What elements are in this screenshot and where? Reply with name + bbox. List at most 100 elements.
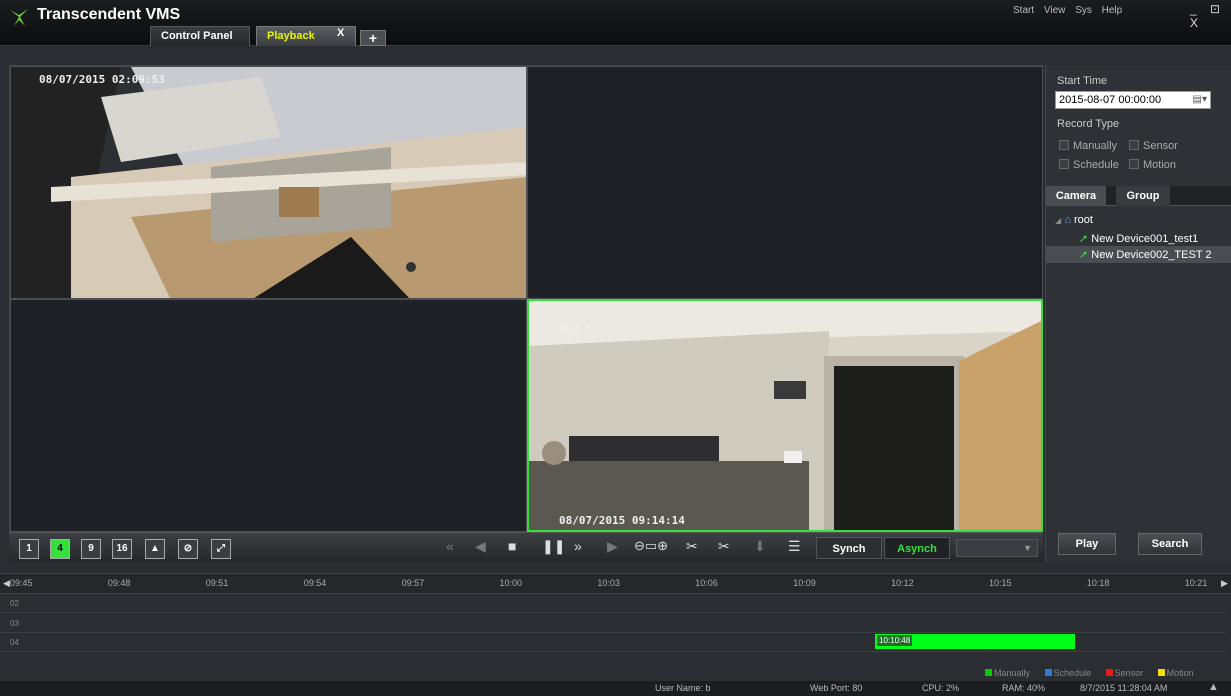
close-window-button[interactable]: X	[1190, 16, 1198, 30]
home-icon: ⌂	[1064, 214, 1071, 226]
tab-camera[interactable]: Camera	[1046, 186, 1106, 206]
snapshot-icon[interactable]: ▲	[145, 539, 165, 559]
checkbox-manually[interactable]: Manually	[1059, 140, 1117, 152]
minimize-button[interactable]: _	[1190, 2, 1197, 16]
video-pane-1[interactable]: 08/07/2015 02:09:53	[10, 66, 527, 299]
menu-help[interactable]: Help	[1102, 5, 1123, 16]
list-icon[interactable]: ☰	[788, 538, 801, 555]
legend-manually-label: Manually	[994, 668, 1031, 678]
status-ram: RAM: 40%	[1002, 683, 1046, 693]
slow-backward-icon[interactable]: «	[446, 538, 454, 554]
play-button[interactable]: Play	[1058, 533, 1116, 555]
status-datetime: 8/7/2015 11:28:04 AM	[1080, 683, 1168, 693]
main-menu: Start View Sys Help	[1013, 5, 1129, 16]
timeline-ruler[interactable]: ◀ ▶ 09:45 09:48 09:51 09:54 09:57 10:00 10:03 1…	[0, 574, 1231, 594]
timeline-tick-label: 10:15	[989, 578, 1012, 588]
tree-device-2[interactable]: ➚ New Device002_TEST 2	[1079, 248, 1212, 261]
start-time-input[interactable]: 2015-08-07 00:00:00 ▤▾	[1055, 91, 1211, 109]
fast-forward-icon[interactable]: »	[574, 538, 582, 554]
tree-device-2-label: New Device002_TEST 2	[1091, 249, 1212, 261]
timeline-tick-label: 10:09	[793, 578, 816, 588]
pause-icon[interactable]: ❚❚	[542, 538, 565, 555]
layout-16-button[interactable]: 16	[112, 539, 132, 559]
clip-start-icon[interactable]: ✂	[686, 538, 698, 555]
timeline-tick-label: 10:03	[597, 578, 620, 588]
stop-icon[interactable]: ■	[508, 538, 516, 554]
timeline-tick-label: 10:18	[1086, 578, 1110, 588]
step-backward-icon[interactable]: ◀	[475, 538, 486, 555]
timeline[interactable]: ◀ ▶ 09:45 09:48 09:51 09:54 09:57 10:00 10:03 1…	[0, 573, 1231, 681]
device-tabs: Camera Group	[1046, 186, 1231, 206]
start-time-label: Start Time	[1057, 75, 1108, 87]
camera-feed-1	[11, 67, 526, 298]
checkbox-schedule[interactable]: Schedule	[1059, 159, 1119, 171]
layout-1-button[interactable]: 1	[19, 539, 39, 559]
timeline-tick-label: 09:54	[303, 578, 327, 588]
synch-button[interactable]: Synch	[816, 537, 882, 559]
status-cpu: CPU: 2%	[922, 683, 960, 693]
add-tab-button[interactable]: +	[360, 30, 386, 46]
legend-sensor-label: Sensor	[1114, 668, 1144, 678]
status-web-port: Web Port: 80	[810, 683, 863, 693]
search-button[interactable]: Search	[1138, 533, 1202, 555]
timeline-tick-label: 09:45	[10, 578, 33, 588]
timeline-tick-label: 09:57	[401, 578, 425, 588]
step-forward-icon[interactable]: ▶	[607, 538, 618, 555]
legend-motion-label: Motion	[1166, 668, 1194, 678]
checkbox-manually-label: Manually	[1073, 140, 1118, 152]
playback-toolbar: 1 4 9 16 ▲ ⊘ ⤢ « ◀ ■ ❚❚ » ▶ ⊖▭⊕ ✂ ✂ ⬇ ☰ …	[9, 532, 1043, 562]
camera-name-label: TEST 2	[559, 326, 592, 336]
clip-end-icon[interactable]: ✂	[718, 538, 730, 555]
legend-sensor: Sensor	[1105, 668, 1144, 678]
timeline-row[interactable]: 03	[0, 615, 1225, 633]
tab-control-panel[interactable]: Control Panel	[150, 26, 250, 46]
tab-group[interactable]: Group	[1116, 186, 1170, 206]
timeline-left-arrow-icon[interactable]: ◀	[3, 578, 10, 589]
title-bar: Transcendent VMS Control Panel Playback …	[0, 0, 1231, 46]
camera-icon: ➚	[1079, 233, 1089, 245]
app-logo-icon	[10, 9, 28, 26]
recording-segment[interactable]: 10:10:48	[875, 634, 1075, 649]
menu-sys[interactable]: Sys	[1075, 5, 1092, 16]
osd-timestamp-4: 08/07/2015 09:14:14	[559, 514, 685, 527]
record-type-label: Record Type	[1057, 118, 1120, 130]
menu-view[interactable]: View	[1044, 5, 1066, 16]
timeline-tick-label: 09:48	[107, 578, 131, 588]
asynch-button[interactable]: Asynch	[884, 537, 950, 559]
app-window: Transcendent VMS Control Panel Playback …	[0, 0, 1231, 696]
status-bar: User Name: b Web Port: 80 CPU: 2% RAM: 4…	[0, 681, 1231, 696]
download-icon[interactable]: ⬇	[754, 538, 766, 555]
legend-schedule: Schedule	[1044, 668, 1092, 678]
speed-dropdown[interactable]: ▼	[956, 539, 1038, 557]
fullscreen-icon[interactable]: ⤢	[211, 539, 231, 559]
tree-device-1[interactable]: ➚ New Device001_test1	[1079, 232, 1198, 245]
checkbox-motion[interactable]: Motion	[1129, 159, 1176, 171]
timeline-tick-label: 09:51	[205, 578, 229, 588]
timeline-row[interactable]: 02	[0, 595, 1225, 613]
video-pane-2[interactable]	[527, 66, 1043, 299]
calendar-icon[interactable]: ▤▾	[1193, 94, 1207, 105]
timeline-legend: Manually Schedule Sensor Motion	[985, 668, 1206, 678]
timeline-tick-label: 10:06	[695, 578, 718, 588]
legend-schedule-label: Schedule	[1053, 668, 1092, 678]
stop-all-icon[interactable]: ⊘	[178, 539, 198, 559]
zoom-icon[interactable]: ⊖▭⊕	[634, 538, 668, 554]
checkbox-sensor[interactable]: Sensor	[1129, 140, 1178, 152]
video-pane-4-selected[interactable]: TEST 2 08/07/2015 09:14:14	[527, 299, 1043, 532]
tab-close-button[interactable]: X	[337, 27, 344, 39]
timeline-right-arrow-icon[interactable]: ▶	[1221, 578, 1228, 589]
tree-root[interactable]: ◢ ⌂ root	[1055, 214, 1093, 226]
checkbox-sensor-label: Sensor	[1143, 140, 1178, 152]
video-pane-3[interactable]	[10, 299, 527, 532]
start-time-value: 2015-08-07 00:00:00	[1059, 94, 1162, 106]
restore-button[interactable]: ⊡	[1210, 2, 1220, 16]
osd-timestamp-1: 08/07/2015 02:09:53	[39, 73, 165, 86]
search-panel: Start Time 2015-08-07 00:00:00 ▤▾ Record…	[1045, 65, 1231, 562]
layout-9-button[interactable]: 9	[81, 539, 101, 559]
layout-4-button[interactable]: 4	[50, 539, 70, 559]
tree-root-label: root	[1073, 214, 1093, 226]
collapse-arrow-icon[interactable]: ▲	[1208, 681, 1219, 693]
legend-motion: Motion	[1157, 668, 1194, 678]
video-grid: 08/07/2015 02:09:53 TEST 2 08/07/2015 09…	[9, 65, 1043, 532]
menu-start[interactable]: Start	[1013, 5, 1034, 16]
